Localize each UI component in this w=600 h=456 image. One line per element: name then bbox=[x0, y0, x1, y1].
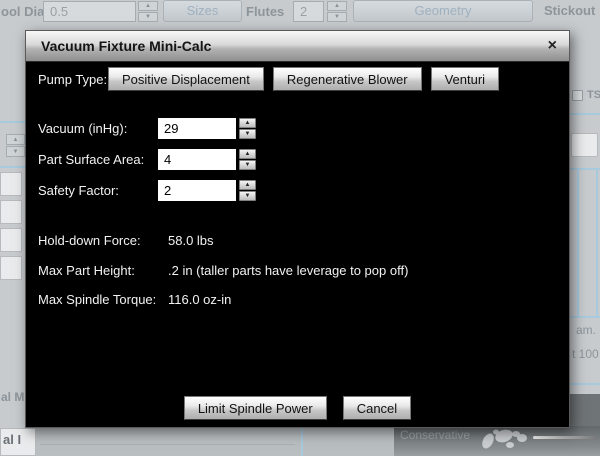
divider-line bbox=[40, 444, 295, 445]
spinner-up-icon[interactable]: ▲ bbox=[239, 118, 256, 128]
divider-line bbox=[570, 113, 600, 115]
part-surface-area-input[interactable] bbox=[158, 149, 236, 170]
stickout-label: Stickout bbox=[544, 3, 596, 18]
spinner-up-icon: ▲ bbox=[6, 134, 25, 145]
pump-type-label: Pump Type: bbox=[38, 72, 108, 87]
table-cell bbox=[0, 172, 22, 196]
dialog-actions: Limit Spindle Power Cancel bbox=[26, 396, 569, 420]
divider-line bbox=[596, 170, 598, 317]
pump-venturi-button[interactable]: Venturi bbox=[430, 67, 500, 91]
left-stepper: ▲ ▼ bbox=[6, 134, 25, 157]
divider-line bbox=[0, 166, 25, 168]
table-cell bbox=[0, 200, 22, 224]
conservative-label: Conservative bbox=[400, 428, 471, 442]
tool-dia-stepper: ▲ ▼ bbox=[138, 1, 158, 22]
pump-regenerative-blower-button[interactable]: Regenerative Blower bbox=[272, 67, 422, 91]
tool-dia-label: ool Dia. bbox=[1, 4, 48, 19]
spinner-down-icon: ▼ bbox=[138, 12, 158, 22]
dialog-titlebar[interactable]: Vacuum Fixture Mini-Calc × bbox=[26, 31, 569, 62]
divider-line bbox=[570, 316, 600, 318]
max-part-height-value: .2 in (taller parts have leverage to pop… bbox=[168, 263, 409, 278]
vacuum-fixture-dialog: Vacuum Fixture Mini-Calc × Pump Type: Po… bbox=[25, 30, 570, 428]
spinner-down-icon[interactable]: ▼ bbox=[239, 160, 256, 170]
spinner-up-icon: ▲ bbox=[138, 1, 158, 11]
flutes-label: Flutes bbox=[246, 4, 285, 19]
divider-line bbox=[0, 121, 25, 123]
close-icon[interactable]: × bbox=[548, 31, 557, 61]
speed-slider-band: Conservative bbox=[394, 426, 600, 456]
max-spindle-torque-label: Max Spindle Torque: bbox=[38, 292, 157, 307]
limit-spindle-power-button[interactable]: Limit Spindle Power bbox=[183, 396, 327, 420]
pump-positive-displacement-button[interactable]: Positive Displacement bbox=[108, 67, 264, 91]
clipped-material-label: al M bbox=[1, 390, 25, 404]
part-surface-area-label: Part Surface Area: bbox=[38, 152, 145, 167]
spinner-down-icon: ▼ bbox=[327, 12, 347, 22]
safety-factor-label: Safety Factor: bbox=[38, 183, 119, 198]
safety-factor-stepper[interactable]: ▲ ▼ bbox=[239, 180, 256, 201]
divider-line bbox=[577, 170, 579, 317]
flutes-input: 2 bbox=[293, 1, 324, 22]
dialog-title: Vacuum Fixture Mini-Calc bbox=[41, 38, 212, 54]
divider-line bbox=[301, 428, 303, 456]
panel-corner bbox=[568, 394, 600, 428]
max-part-height-label: Max Part Height: bbox=[38, 263, 135, 278]
dialog-body: Pump Type: Positive Displacement Regener… bbox=[26, 62, 569, 427]
vacuum-stepper[interactable]: ▲ ▼ bbox=[239, 118, 256, 139]
input-box bbox=[571, 133, 598, 157]
cancel-button[interactable]: Cancel bbox=[342, 396, 412, 420]
pump-type-options: Positive Displacement Regenerative Blowe… bbox=[108, 67, 500, 91]
vacuum-input[interactable] bbox=[158, 118, 236, 139]
turtle-icon bbox=[482, 429, 527, 449]
spinner-down-icon[interactable]: ▼ bbox=[239, 191, 256, 201]
ts-label: TS bbox=[587, 89, 600, 101]
sizes-button: Sizes bbox=[163, 0, 242, 22]
tool-dia-input: 0.5 bbox=[43, 1, 136, 22]
max-spindle-torque-value: 116.0 oz-in bbox=[168, 292, 232, 307]
spinner-down-icon: ▼ bbox=[6, 146, 25, 157]
clipped-label: al I bbox=[3, 432, 22, 447]
divider-line bbox=[570, 383, 600, 385]
hold-down-force-label: Hold-down Force: bbox=[38, 233, 141, 248]
table-cell bbox=[0, 228, 22, 252]
part-surface-area-stepper[interactable]: ▲ ▼ bbox=[239, 149, 256, 170]
table-cell bbox=[0, 256, 22, 280]
vacuum-label: Vacuum (inHg): bbox=[38, 121, 128, 136]
spinner-down-icon[interactable]: ▼ bbox=[239, 129, 256, 139]
spinner-up-icon: ▲ bbox=[327, 1, 347, 11]
safety-factor-input[interactable] bbox=[158, 180, 236, 201]
flutes-stepper: ▲ ▼ bbox=[327, 1, 347, 22]
checkbox bbox=[572, 90, 583, 101]
spinner-up-icon[interactable]: ▲ bbox=[239, 149, 256, 159]
slider-track bbox=[533, 436, 597, 439]
clipped-text: am. bbox=[576, 323, 597, 337]
hold-down-force-value: 58.0 lbs bbox=[168, 233, 214, 248]
geometry-button: Geometry bbox=[353, 0, 533, 22]
spinner-up-icon[interactable]: ▲ bbox=[239, 180, 256, 190]
clipped-text: t 100 bbox=[572, 347, 599, 361]
